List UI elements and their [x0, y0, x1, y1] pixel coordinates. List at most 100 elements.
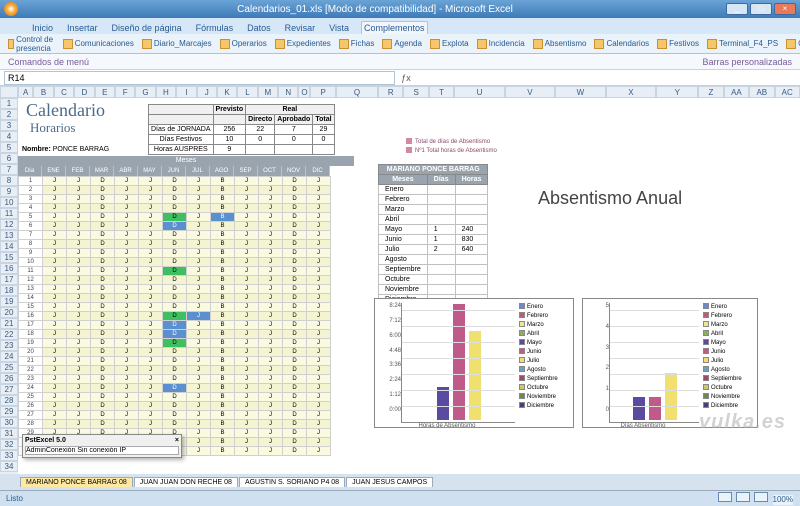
- row-headers[interactable]: 1234567891011121314151617181920212223242…: [0, 86, 18, 474]
- calendar-cell[interactable]: D: [283, 429, 307, 438]
- ribbon-command[interactable]: Operarios: [220, 39, 267, 49]
- calendar-cell[interactable]: D: [91, 204, 115, 213]
- calendar-cell[interactable]: D: [283, 366, 307, 375]
- calendar-cell[interactable]: J: [307, 240, 331, 249]
- ribbon-command[interactable]: Configurar_Ficher: [786, 39, 800, 49]
- calendar-cell[interactable]: D: [163, 276, 187, 285]
- calendar-cell[interactable]: J: [187, 375, 211, 384]
- calendar-cell[interactable]: J: [187, 438, 211, 447]
- calendar-cell[interactable]: J: [43, 285, 67, 294]
- calendar-cell[interactable]: J: [115, 204, 139, 213]
- calendar-cell[interactable]: B: [211, 258, 235, 267]
- calendar-cell[interactable]: B: [211, 267, 235, 276]
- calendar-cell[interactable]: D: [163, 195, 187, 204]
- calendar-cell[interactable]: J: [67, 402, 91, 411]
- calendar-cell[interactable]: J: [307, 384, 331, 393]
- calendar-cell[interactable]: J: [235, 447, 259, 456]
- calendar-cell[interactable]: J: [259, 213, 283, 222]
- calendar-cell[interactable]: J: [307, 366, 331, 375]
- calendar-cell[interactable]: J: [67, 420, 91, 429]
- calendar-cell[interactable]: D: [163, 384, 187, 393]
- calendar-cell[interactable]: J: [115, 384, 139, 393]
- calendar-cell[interactable]: D: [91, 402, 115, 411]
- calendar-cell[interactable]: J: [187, 447, 211, 456]
- calendar-cell[interactable]: J: [67, 384, 91, 393]
- calendar-cell[interactable]: J: [307, 420, 331, 429]
- calendar-cell[interactable]: J: [235, 330, 259, 339]
- ribbon-command[interactable]: Agenda: [382, 39, 422, 49]
- calendar-cell[interactable]: D: [91, 375, 115, 384]
- view-normal-icon[interactable]: [718, 492, 732, 502]
- calendar-cell[interactable]: J: [187, 384, 211, 393]
- calendar-cell[interactable]: J: [307, 186, 331, 195]
- calendar-cell[interactable]: J: [139, 339, 163, 348]
- minimize-button[interactable]: _: [726, 3, 748, 15]
- calendar-cell[interactable]: B: [211, 357, 235, 366]
- calendar-cell[interactable]: B: [211, 447, 235, 456]
- calendar-cell[interactable]: J: [307, 339, 331, 348]
- calendar-cell[interactable]: B: [211, 375, 235, 384]
- ribbon-command[interactable]: Diario_Marcajes: [142, 39, 212, 49]
- calendar-cell[interactable]: J: [43, 231, 67, 240]
- calendar-cell[interactable]: J: [259, 366, 283, 375]
- calendar-cell[interactable]: D: [91, 285, 115, 294]
- calendar-cell[interactable]: J: [235, 258, 259, 267]
- calendar-cell[interactable]: D: [163, 312, 187, 321]
- calendar-cell[interactable]: J: [187, 276, 211, 285]
- calendar-cell[interactable]: D: [163, 258, 187, 267]
- calendar-cell[interactable]: D: [91, 231, 115, 240]
- calendar-cell[interactable]: J: [67, 375, 91, 384]
- calendar-cell[interactable]: J: [259, 285, 283, 294]
- calendar-cell[interactable]: D: [283, 231, 307, 240]
- calendar-cell[interactable]: J: [307, 231, 331, 240]
- calendar-cell[interactable]: D: [283, 330, 307, 339]
- office-orb-icon[interactable]: [4, 2, 18, 16]
- calendar-cell[interactable]: J: [67, 177, 91, 186]
- calendar-cell[interactable]: J: [259, 222, 283, 231]
- calendar-cell[interactable]: J: [115, 357, 139, 366]
- sheet-tab[interactable]: MARIANO PONCE BARRAG 08: [20, 477, 133, 487]
- calendar-cell[interactable]: J: [43, 177, 67, 186]
- calendar-cell[interactable]: J: [43, 402, 67, 411]
- calendar-cell[interactable]: D: [91, 294, 115, 303]
- calendar-cell[interactable]: J: [307, 357, 331, 366]
- calendar-cell[interactable]: J: [307, 267, 331, 276]
- calendar-cell[interactable]: B: [211, 312, 235, 321]
- calendar-cell[interactable]: J: [43, 195, 67, 204]
- formula-input[interactable]: [417, 71, 800, 85]
- calendar-cell[interactable]: J: [187, 366, 211, 375]
- calendar-cell[interactable]: J: [235, 366, 259, 375]
- calendar-cell[interactable]: J: [235, 204, 259, 213]
- ribbon-tab[interactable]: Insertar: [65, 22, 100, 34]
- calendar-cell[interactable]: J: [307, 348, 331, 357]
- calendar-cell[interactable]: J: [187, 294, 211, 303]
- calendar-cell[interactable]: D: [283, 276, 307, 285]
- calendar-cell[interactable]: D: [283, 411, 307, 420]
- calendar-cell[interactable]: J: [187, 186, 211, 195]
- calendar-cell[interactable]: D: [283, 438, 307, 447]
- calendar-cell[interactable]: D: [91, 420, 115, 429]
- calendar-cell[interactable]: J: [307, 411, 331, 420]
- calendar-cell[interactable]: J: [67, 186, 91, 195]
- zoom-level[interactable]: 100%: [773, 495, 793, 505]
- calendar-cell[interactable]: J: [259, 231, 283, 240]
- calendar-cell[interactable]: J: [139, 294, 163, 303]
- calendar-cell[interactable]: J: [307, 402, 331, 411]
- calendar-cell[interactable]: J: [43, 222, 67, 231]
- ribbon-command[interactable]: Absentismo: [533, 39, 587, 49]
- calendar-cell[interactable]: J: [67, 294, 91, 303]
- calendar-cell[interactable]: D: [91, 195, 115, 204]
- calendar-cell[interactable]: J: [235, 321, 259, 330]
- calendar-cell[interactable]: J: [139, 312, 163, 321]
- calendar-cell[interactable]: J: [187, 213, 211, 222]
- calendar-cell[interactable]: D: [163, 213, 187, 222]
- calendar-cell[interactable]: D: [91, 213, 115, 222]
- calendar-cell[interactable]: J: [139, 177, 163, 186]
- calendar-cell[interactable]: J: [115, 393, 139, 402]
- calendar-cell[interactable]: D: [283, 186, 307, 195]
- calendar-cell[interactable]: D: [283, 420, 307, 429]
- calendar-cell[interactable]: J: [139, 213, 163, 222]
- calendar-cell[interactable]: J: [235, 186, 259, 195]
- calendar-cell[interactable]: J: [307, 249, 331, 258]
- calendar-cell[interactable]: J: [307, 321, 331, 330]
